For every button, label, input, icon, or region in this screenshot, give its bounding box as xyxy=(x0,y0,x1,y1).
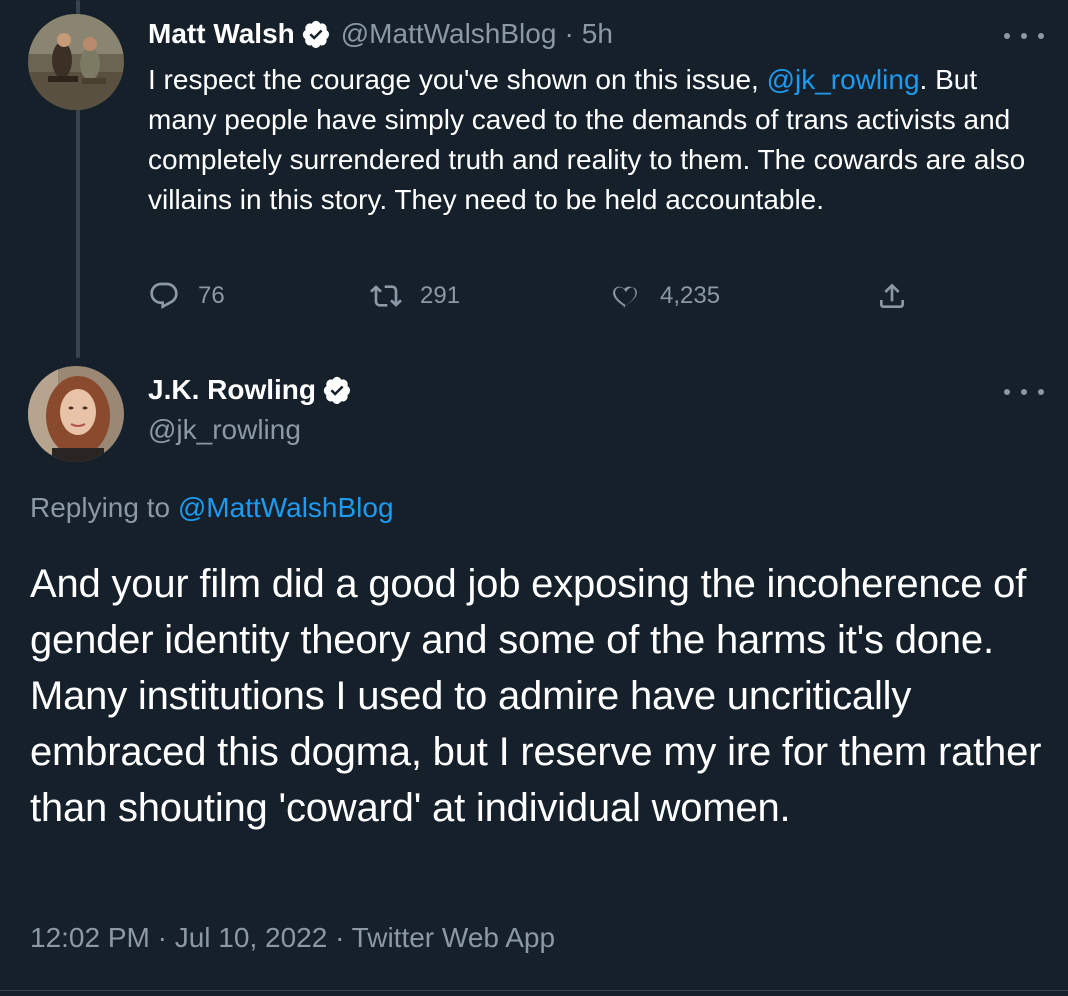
tweet-text-part: I respect the courage you've shown on th… xyxy=(148,64,767,95)
author-handle[interactable]: @jk_rowling xyxy=(148,414,301,446)
divider xyxy=(0,990,1068,991)
share-button[interactable] xyxy=(876,280,908,312)
replying-to-handle-link[interactable]: @MattWalshBlog xyxy=(178,492,394,523)
retweet-button[interactable]: 291 xyxy=(370,280,460,312)
reply-count: 76 xyxy=(198,282,225,309)
main-tweet-text: And your film did a good job exposing th… xyxy=(30,562,1042,830)
mention-link[interactable]: @jk_rowling xyxy=(767,64,920,95)
parent-tweet-author-row: Matt Walsh @MattWalshBlog · 5h xyxy=(148,18,613,50)
author-display-name[interactable]: J.K. Rowling xyxy=(148,374,316,406)
verified-badge-icon xyxy=(322,375,352,405)
reply-button[interactable]: 76 xyxy=(148,280,225,312)
tweet-timestamp[interactable]: 12:02 PM · Jul 10, 2022 · Twitter Web Ap… xyxy=(30,922,555,954)
avatar-jk-rowling[interactable] xyxy=(28,366,124,462)
reply-icon xyxy=(150,282,178,309)
parent-tweet-text: I respect the courage you've shown on th… xyxy=(148,60,1028,220)
avatar-matt-walsh[interactable] xyxy=(28,14,124,110)
main-tweet-author-name-row: J.K. Rowling xyxy=(148,374,352,406)
like-button[interactable]: 4,235 xyxy=(610,280,720,312)
main-tweet-handle-row: @jk_rowling xyxy=(148,414,301,446)
share-icon xyxy=(880,283,904,308)
author-display-name[interactable]: Matt Walsh xyxy=(148,18,295,50)
retweet-count: 291 xyxy=(420,282,461,309)
separator-dot: · xyxy=(564,18,574,49)
tweet-time-ago[interactable]: 5h xyxy=(582,18,613,50)
verified-badge-icon xyxy=(301,19,331,49)
more-icon[interactable] xyxy=(1004,26,1044,46)
replying-to-label: Replying to xyxy=(30,492,171,523)
heart-icon xyxy=(613,286,637,308)
like-count: 4,235 xyxy=(660,282,721,309)
replying-to-line: Replying to @MattWalshBlog xyxy=(30,492,394,524)
more-icon[interactable] xyxy=(1004,382,1044,402)
retweet-icon xyxy=(370,285,402,307)
author-handle[interactable]: @MattWalshBlog xyxy=(341,18,557,50)
